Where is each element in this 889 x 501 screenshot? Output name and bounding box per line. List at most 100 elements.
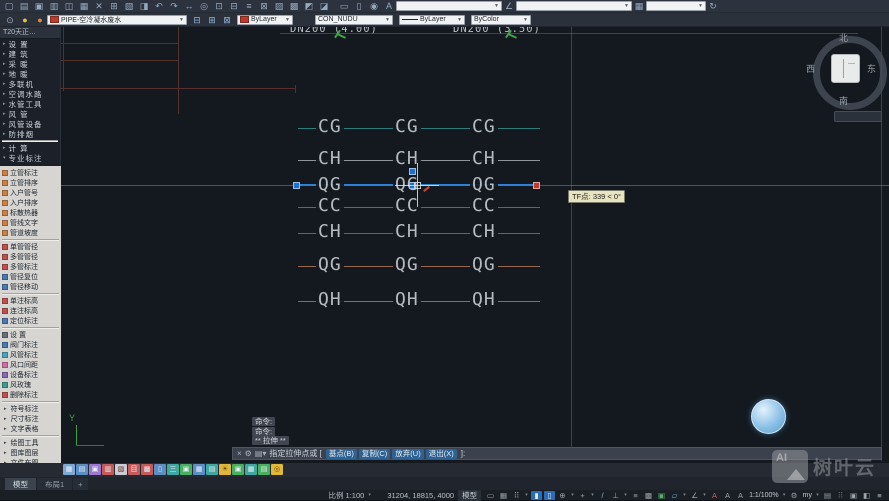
- ortho-mode-icon[interactable]: ⊕: [557, 491, 568, 500]
- menu-dimension-annotation[interactable]: 尺寸标注: [0, 414, 61, 424]
- menu-professional-annotation[interactable]: 专业标注: [0, 153, 60, 163]
- window-icon[interactable]: ▯: [352, 0, 366, 12]
- layer-previous-icon[interactable]: ⊟: [190, 14, 204, 26]
- pipe-label[interactable]: CH: [316, 148, 344, 170]
- menu-drawing-tools[interactable]: 绘图工具: [0, 438, 61, 448]
- caret-icon[interactable]: ▾: [524, 491, 529, 500]
- annotation-monitor-icon[interactable]: ▱: [669, 491, 680, 500]
- quick-tool-icon[interactable]: ▩: [141, 464, 153, 475]
- workspace-combo[interactable]: ▼: [396, 1, 502, 11]
- pipe-label[interactable]: CC: [470, 195, 498, 217]
- tab-model[interactable]: 模型: [5, 478, 36, 490]
- quick-tool-icon[interactable]: ▧: [115, 464, 127, 475]
- menu-text-table[interactable]: 文字表格: [0, 424, 61, 434]
- pipe-label[interactable]: QH: [470, 289, 498, 311]
- pipe-label[interactable]: QG: [393, 254, 421, 276]
- isolate-objects-icon[interactable]: ▤: [822, 491, 833, 500]
- dim-style-icon[interactable]: ∠: [502, 0, 516, 12]
- menu-floor-heating[interactable]: 地 暖: [0, 69, 60, 79]
- caret-icon[interactable]: ▾: [623, 491, 628, 500]
- quick-tool-icon[interactable]: ▥: [102, 464, 114, 475]
- menu-position-annotation[interactable]: 定位标注: [0, 316, 61, 326]
- menu-wind-rose[interactable]: 风玫瑰: [0, 380, 61, 390]
- fullscreen-icon[interactable]: ◧: [861, 491, 872, 500]
- caret-icon[interactable]: ▾: [570, 491, 575, 500]
- menu-duct-equipment[interactable]: 风管设备: [0, 119, 60, 129]
- pipe-label[interactable]: QH: [393, 289, 421, 311]
- pipe-label[interactable]: QG: [316, 254, 344, 276]
- compass-east-label[interactable]: 东: [867, 62, 876, 75]
- grip-midpoint[interactable]: [409, 168, 416, 175]
- quick-tool-icon[interactable]: ▦: [63, 464, 75, 475]
- caret-icon[interactable]: ▾: [702, 491, 707, 500]
- layer-on-icon[interactable]: ●: [18, 14, 32, 26]
- caret-icon[interactable]: ▾: [815, 491, 820, 500]
- menu-library-layers[interactable]: 图库图层: [0, 448, 61, 458]
- menu-delete-annotation[interactable]: 删除标注: [0, 390, 61, 400]
- autoscale-icon[interactable]: A: [722, 491, 733, 500]
- save-icon[interactable]: ▣: [32, 0, 46, 12]
- menu-standpipe-sort[interactable]: 立管排序: [0, 178, 61, 188]
- quick-tool-icon[interactable]: ▣: [89, 464, 101, 475]
- polar-tracking-icon[interactable]: +: [577, 491, 588, 500]
- zoom-realtime-icon[interactable]: ◎: [197, 0, 211, 12]
- layer-freeze-icon[interactable]: ●: [33, 14, 47, 26]
- pipe-label[interactable]: QG: [470, 174, 498, 196]
- clean-screen-icon[interactable]: ▣: [848, 491, 859, 500]
- menu-smoke-control[interactable]: 防排烟: [0, 129, 60, 139]
- option-undo[interactable]: 放弃(U): [392, 448, 424, 459]
- caret-icon[interactable]: ▾: [782, 491, 787, 500]
- quick-tool-icon[interactable]: ▯: [154, 464, 166, 475]
- quick-tool-icon[interactable]: 目: [128, 464, 140, 475]
- quick-tool-icon[interactable]: ▣: [180, 464, 192, 475]
- menu-single-pipe-diameter[interactable]: 单管管径: [0, 242, 61, 252]
- text-style-combo[interactable]: CON_NUDU ▼: [315, 14, 393, 25]
- graphics-performance-icon[interactable]: ⠿: [835, 491, 846, 500]
- render-icon[interactable]: ◉: [367, 0, 381, 12]
- caret-icon[interactable]: ▾: [682, 491, 687, 500]
- redo-icon[interactable]: ↷: [167, 0, 181, 12]
- viewcube-menu-button[interactable]: [834, 111, 882, 122]
- lineweight-display-icon[interactable]: ≡: [630, 491, 641, 500]
- transparency-icon[interactable]: ▩: [643, 491, 654, 500]
- menu-entry-pipe-number[interactable]: 入户管号: [0, 188, 61, 198]
- menu-multi-pipe-diameter[interactable]: 多管管径: [0, 252, 61, 262]
- menu-duct-annotation[interactable]: 风管标注: [0, 350, 61, 360]
- menu-heating[interactable]: 采 暖: [0, 59, 60, 69]
- menu-standpipe-annotation[interactable]: 立管标注: [0, 168, 61, 178]
- option-copy[interactable]: 复制(C): [358, 448, 391, 459]
- option-basepoint[interactable]: 基点(B): [325, 448, 357, 459]
- layer-combo[interactable]: PIPE-空冷凝水废水 ▼: [47, 14, 187, 25]
- linetype-combo[interactable]: ByLayer ▼: [399, 14, 465, 25]
- menu-diameter-reset[interactable]: 管径复位: [0, 272, 61, 282]
- model-space-button[interactable]: 模型: [458, 489, 482, 501]
- snap-mode-icon[interactable]: ⠿: [511, 491, 522, 500]
- paste-icon[interactable]: ▧: [122, 0, 136, 12]
- calculator-icon[interactable]: ◪: [317, 0, 331, 12]
- pipe-label[interactable]: CH: [470, 221, 498, 243]
- layer-isolate-icon[interactable]: ⊠: [220, 14, 234, 26]
- quick-tool-icon[interactable]: ▤: [258, 464, 270, 475]
- quick-tool-icon[interactable]: ▦: [193, 464, 205, 475]
- quick-tool-icon[interactable]: ▣: [232, 464, 244, 475]
- color-combo[interactable]: ByLayer ▼: [237, 14, 293, 25]
- infer-constraints-icon[interactable]: ▮: [531, 490, 543, 500]
- menu-ac-water[interactable]: 空调水路: [0, 89, 60, 99]
- menu-entry-sort[interactable]: 入户排序: [0, 198, 61, 208]
- properties-icon[interactable]: ≡: [242, 0, 256, 12]
- pipe-label[interactable]: CG: [316, 116, 344, 138]
- pipe-label[interactable]: CH: [470, 148, 498, 170]
- menu-annotation-settings[interactable]: 设 置: [0, 330, 61, 340]
- tool-palettes-icon[interactable]: ▨: [272, 0, 286, 12]
- recent-commands-icon[interactable]: ▤▾: [255, 448, 267, 459]
- annotation-scale-value[interactable]: 1:1/100%: [748, 491, 780, 500]
- refresh-icon[interactable]: ↻: [706, 0, 720, 12]
- menu-symbol-annotation[interactable]: 符号标注: [0, 404, 61, 414]
- selection-cycling-icon[interactable]: ▣: [656, 491, 667, 500]
- layer-states-icon[interactable]: ⊞: [205, 14, 219, 26]
- quick-tool-icon[interactable]: ◎: [271, 464, 283, 475]
- match-properties-icon[interactable]: ◨: [137, 0, 151, 12]
- compass-west-label[interactable]: 西: [806, 62, 815, 75]
- new-file-icon[interactable]: ▢: [2, 0, 16, 12]
- new-layout-button[interactable]: +: [73, 478, 88, 490]
